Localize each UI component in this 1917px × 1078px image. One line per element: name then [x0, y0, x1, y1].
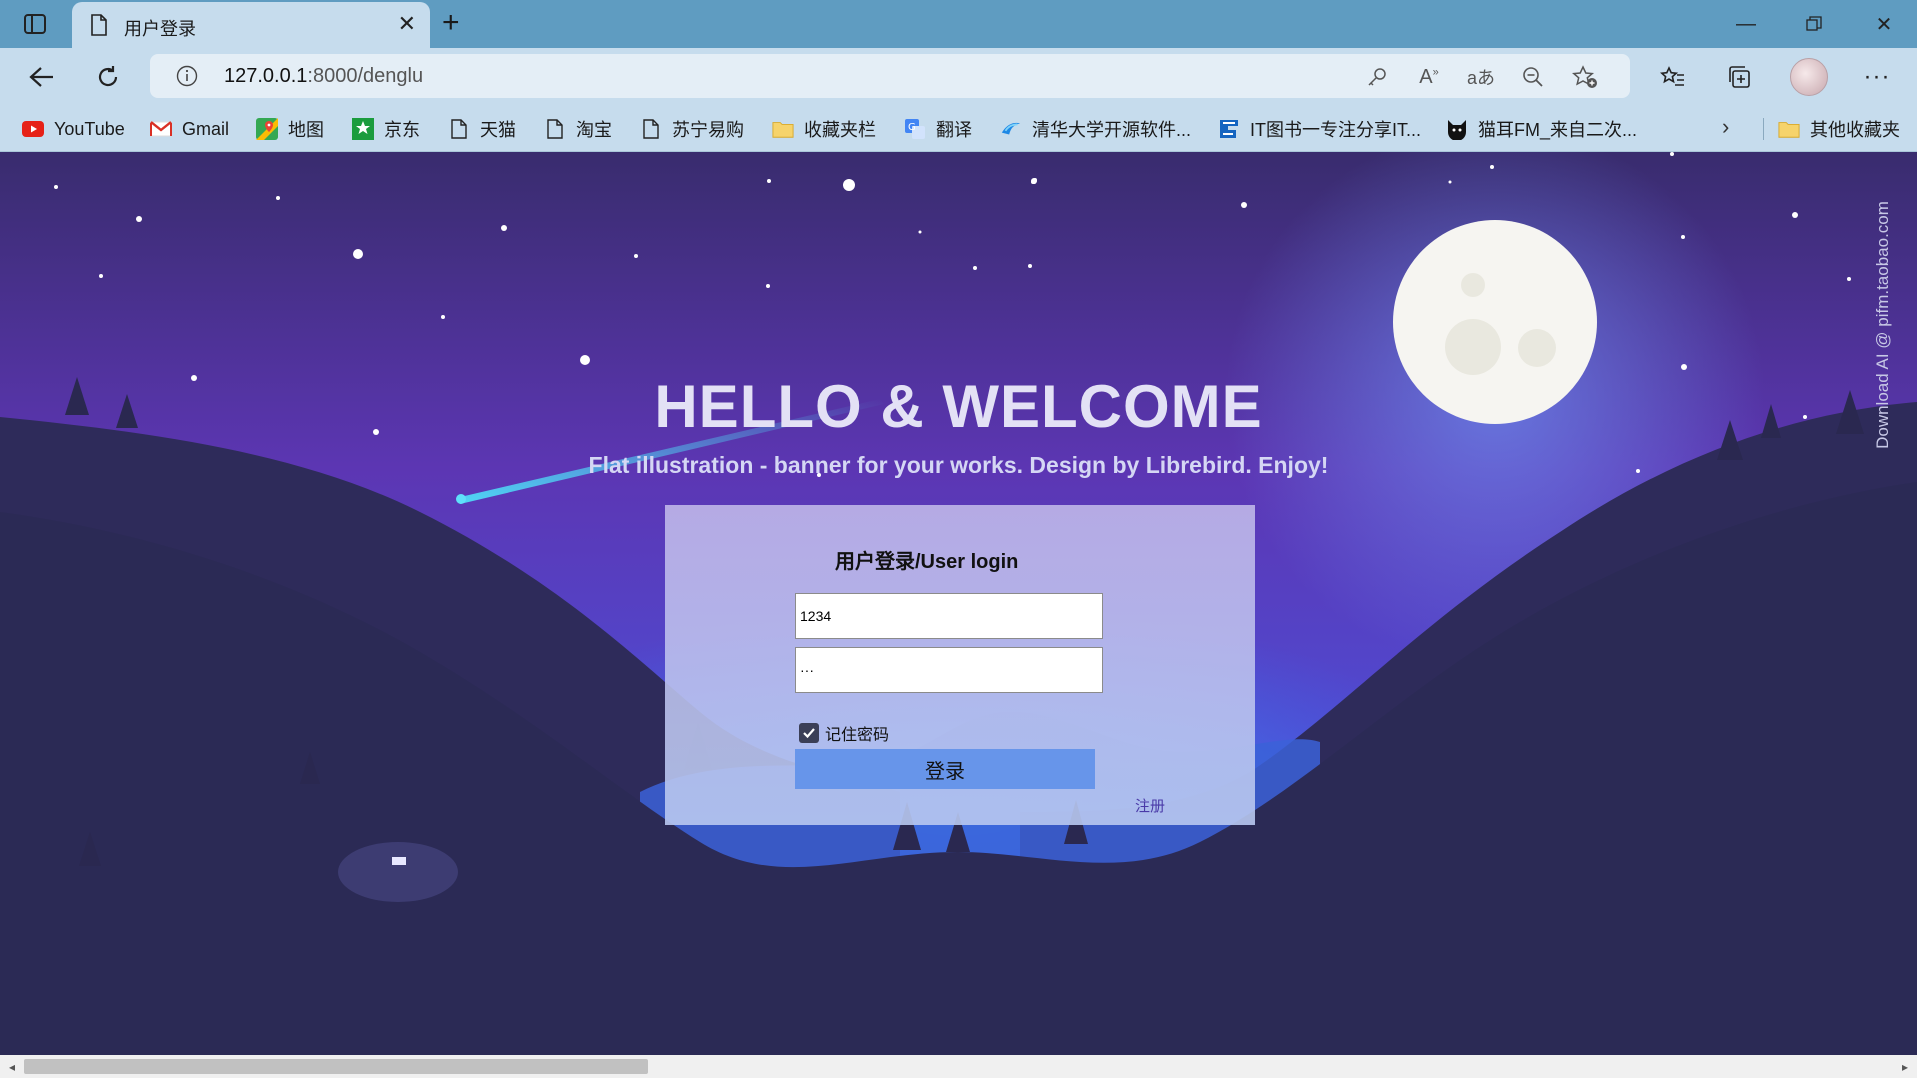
- navigation-toolbar: 127.0.0.1:8000/denglu A» aあ ···: [0, 48, 1917, 106]
- bookmark-label: 其他收藏夹: [1810, 120, 1900, 140]
- youtube-icon: [22, 118, 44, 140]
- itbook-icon: [1218, 118, 1240, 140]
- bookmark-label: 苏宁易购: [672, 120, 744, 140]
- bookmark-gmail[interactable]: Gmail: [150, 114, 229, 144]
- bookmark-itbook[interactable]: IT图书一专注分享IT...: [1218, 114, 1421, 144]
- site-info-icon[interactable]: [176, 65, 198, 92]
- watermark: Download AI @ pifm.taobao.com: [1873, 201, 1892, 449]
- restore-icon[interactable]: [1794, 10, 1834, 38]
- bookmark-label: 天猫: [480, 120, 516, 140]
- tab-actions-icon[interactable]: [18, 10, 52, 38]
- jd-icon: [352, 118, 374, 140]
- remember-password[interactable]: 记住密码: [799, 721, 889, 745]
- remember-label: 记住密码: [825, 727, 890, 744]
- page-icon: [448, 118, 470, 140]
- refresh-icon[interactable]: [90, 60, 126, 94]
- bookmark-tmall[interactable]: 天猫: [448, 114, 516, 144]
- gmail-icon: [150, 118, 172, 140]
- folder-icon: [1778, 118, 1800, 140]
- bookmark-label: Gmail: [182, 118, 230, 139]
- page-viewport: HELLO & WELCOME Flat illustration - bann…: [0, 152, 1917, 1055]
- login-button[interactable]: 登录: [795, 749, 1095, 789]
- add-favorite-icon[interactable]: [1570, 63, 1600, 91]
- maps-icon: [256, 118, 278, 140]
- bookmark-label: 翻译: [936, 120, 972, 140]
- profile-avatar[interactable]: [1790, 58, 1828, 96]
- more-menu-icon[interactable]: ···: [1860, 60, 1894, 94]
- username-field[interactable]: 1234: [795, 593, 1103, 639]
- bookmark-tsinghua[interactable]: 清华大学开源软件...: [1000, 114, 1191, 144]
- bookmark-maps[interactable]: 地图: [256, 114, 324, 144]
- bookmark-youtube[interactable]: YouTube: [22, 114, 125, 144]
- password-field[interactable]: ···: [795, 647, 1103, 693]
- back-icon[interactable]: [24, 60, 60, 94]
- bookmark-favorites-folder[interactable]: 收藏夹栏: [772, 114, 876, 144]
- bookmarks-bar: YouTube Gmail 地图 京东 天猫 淘宝 苏宁易购 收藏夹栏 G 翻译…: [0, 106, 1917, 152]
- translate-icon: G: [904, 118, 926, 140]
- address-bar[interactable]: 127.0.0.1:8000/denglu A» aあ: [150, 54, 1630, 98]
- page-icon: [640, 118, 662, 140]
- page-icon: [90, 14, 108, 41]
- bookmark-label: 地图: [288, 120, 324, 140]
- remember-checkbox[interactable]: [799, 723, 819, 743]
- bookmark-taobao[interactable]: 淘宝: [544, 114, 612, 144]
- bookmark-label: 猫耳FM_来自二次...: [1478, 120, 1638, 140]
- tab-title: 用户登录: [124, 19, 196, 39]
- scroll-right-icon[interactable]: ▸: [1896, 1058, 1914, 1076]
- horizontal-scrollbar[interactable]: ◂ ▸: [0, 1055, 1917, 1078]
- bookmark-other-folder[interactable]: 其他收藏夹: [1778, 114, 1900, 144]
- login-title: 用户登录/User login: [835, 551, 1019, 573]
- zoom-out-icon[interactable]: [1518, 63, 1548, 91]
- minimize-icon[interactable]: —: [1726, 10, 1766, 38]
- bookmark-jd[interactable]: 京东: [352, 114, 420, 144]
- collections-icon[interactable]: [1722, 60, 1756, 94]
- page-icon: [544, 118, 566, 140]
- login-form: 用户登录/User login 1234 ··· 记住密码 登录 注册: [665, 505, 1255, 825]
- chevron-right-icon[interactable]: ›: [1722, 114, 1729, 140]
- close-window-icon[interactable]: ✕: [1864, 10, 1904, 38]
- favorites-icon[interactable]: [1656, 60, 1690, 94]
- cat-icon: [1446, 118, 1468, 140]
- tab-strip: 用户登录 ✕ + — ✕: [0, 0, 1917, 48]
- scroll-left-icon[interactable]: ◂: [3, 1058, 21, 1076]
- hero-title: HELLO & WELCOME: [654, 373, 1263, 440]
- bookmark-label: YouTube: [54, 118, 125, 139]
- close-tab-icon[interactable]: ✕: [398, 12, 416, 36]
- register-link[interactable]: 注册: [1135, 795, 1165, 816]
- divider: [1763, 118, 1764, 140]
- translate-page-icon[interactable]: aあ: [1466, 63, 1496, 91]
- active-tab[interactable]: 用户登录 ✕: [72, 2, 430, 48]
- key-icon[interactable]: [1362, 63, 1392, 91]
- hero-subtitle: Flat illustration - banner for your work…: [588, 452, 1329, 478]
- bookmark-label: 收藏夹栏: [804, 120, 876, 140]
- bookmark-label: 清华大学开源软件...: [1032, 120, 1192, 140]
- bookmark-suning[interactable]: 苏宁易购: [640, 114, 744, 144]
- bookmark-missevan[interactable]: 猫耳FM_来自二次...: [1446, 114, 1637, 144]
- bookmark-label: 京东: [384, 120, 420, 140]
- folder-icon: [772, 118, 794, 140]
- bookmark-translate[interactable]: G 翻译: [904, 114, 972, 144]
- scrollbar-thumb[interactable]: [24, 1059, 648, 1074]
- url-text[interactable]: 127.0.0.1:8000/denglu: [224, 65, 423, 88]
- tsinghua-icon: [1000, 118, 1022, 140]
- new-tab-icon[interactable]: +: [442, 8, 460, 38]
- bookmark-label: IT图书一专注分享IT...: [1250, 120, 1421, 140]
- svg-text:G: G: [908, 122, 916, 133]
- read-aloud-icon[interactable]: A»: [1414, 63, 1444, 91]
- bookmark-label: 淘宝: [576, 120, 612, 140]
